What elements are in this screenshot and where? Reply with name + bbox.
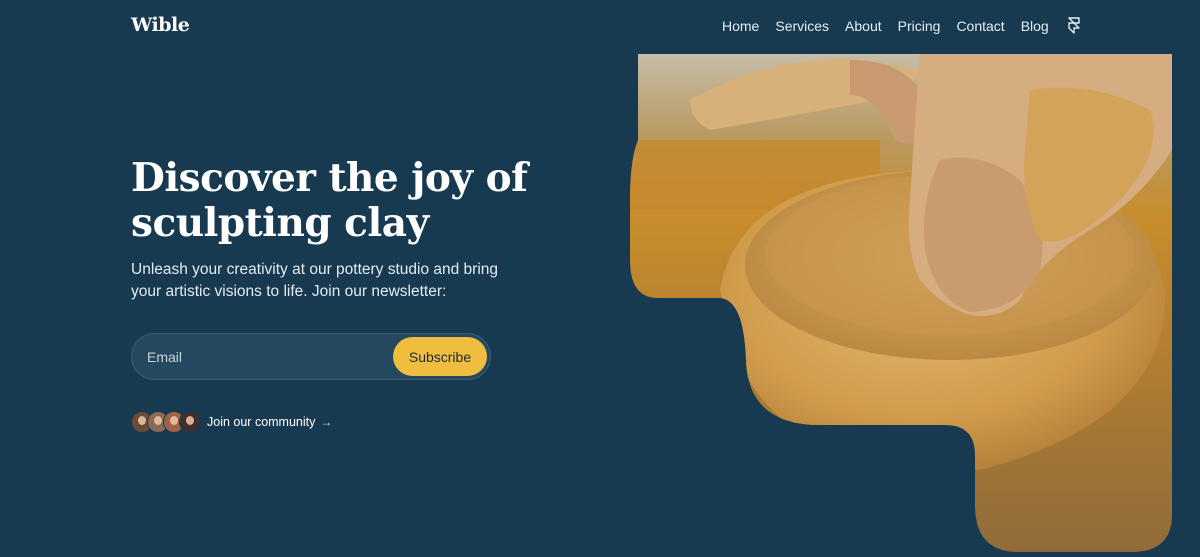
avatar-group: [131, 411, 201, 433]
nav-blog[interactable]: Blog: [1021, 18, 1049, 34]
nav-pricing[interactable]: Pricing: [898, 18, 941, 34]
brand-logo[interactable]: Wible: [131, 14, 190, 36]
subscribe-button[interactable]: Subscribe: [393, 337, 487, 376]
hero-subtext: Unleash your creativity at our pottery s…: [131, 261, 499, 300]
nav-about[interactable]: About: [845, 18, 882, 34]
avatar: [179, 411, 201, 433]
framer-icon[interactable]: [1067, 17, 1081, 35]
arrow-right-icon: →: [320, 415, 333, 429]
hero-headline: Discover the joy of sculpting clay: [131, 155, 528, 246]
newsletter-form: Subscribe: [131, 333, 491, 380]
email-input[interactable]: [147, 348, 393, 365]
top-nav: Home Services About Pricing Contact Blog: [722, 16, 1081, 36]
nav-services[interactable]: Services: [775, 18, 829, 34]
join-community-link[interactable]: Join our community →: [131, 410, 332, 434]
nav-contact[interactable]: Contact: [956, 18, 1004, 34]
nav-home[interactable]: Home: [722, 18, 759, 34]
pottery-hero-image: [630, 54, 1172, 552]
community-label: Join our community: [207, 415, 316, 429]
